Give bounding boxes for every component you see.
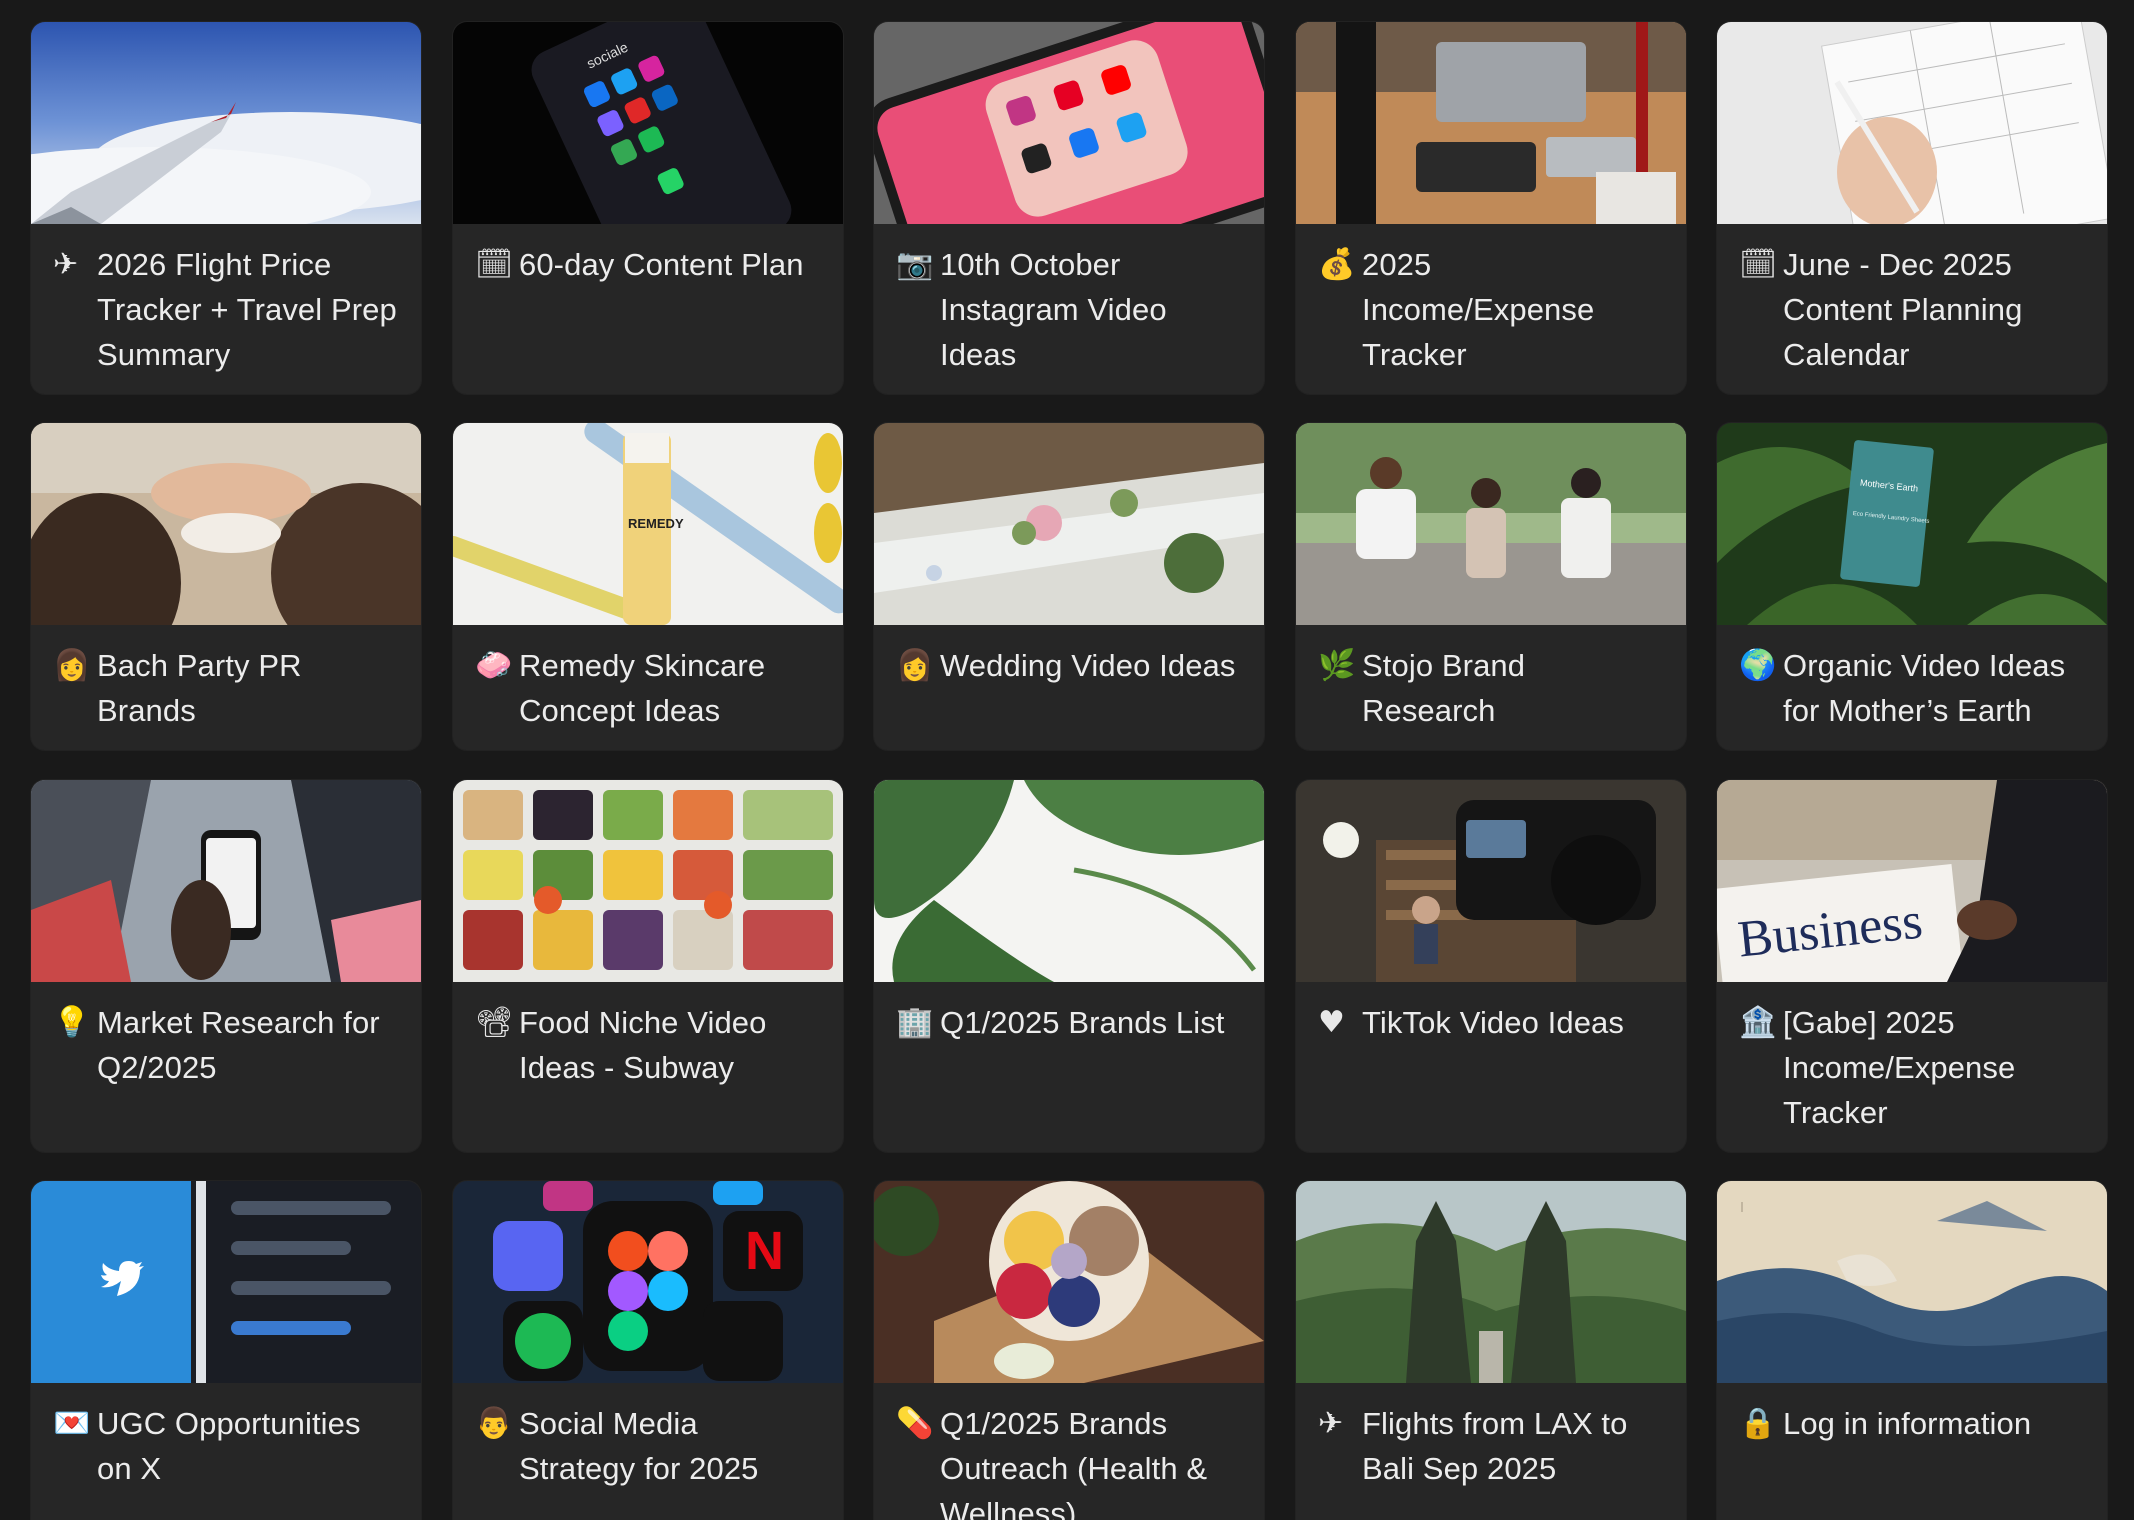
gallery-card[interactable]: 📷 10th October Instagram Video Ideas: [874, 22, 1264, 394]
card-cover-image: ｜: [1717, 1181, 2107, 1383]
bank-icon: 🏦: [1739, 1005, 1777, 1040]
gallery-card[interactable]: sociale 🗓 60-day Content Plan: [453, 22, 843, 394]
card-title: UGC Opportunities on X: [97, 1406, 361, 1486]
gallery-card[interactable]: 👩 Bach Party PR Brands: [31, 423, 421, 750]
pill-icon: 💊: [896, 1406, 934, 1441]
gallery-card[interactable]: 💡 Market Research for Q2/2025: [31, 780, 421, 1152]
card-title: Food Niche Video Ideas - Subway: [519, 1005, 767, 1085]
svg-text:N: N: [745, 1221, 784, 1281]
herb-icon: 🌿: [1318, 648, 1356, 683]
woman-icon: 👩: [53, 648, 91, 683]
gallery-card[interactable]: 💌 UGC Opportunities on X: [31, 1181, 421, 1520]
card-title: 60-day Content Plan: [519, 247, 804, 282]
card-title: 2026 Flight Price Tracker + Travel Prep …: [97, 247, 397, 372]
card-title: 10th October Instagram Video Ideas: [940, 247, 1167, 372]
woman-icon: 👩: [896, 648, 934, 683]
gallery-card[interactable]: 🏢 Q1/2025 Brands List: [874, 780, 1264, 1152]
calendar-icon: 🗓: [475, 247, 514, 282]
card-title: Q1/2025 Brands Outreach (Health & Wellne…: [940, 1406, 1208, 1520]
card-cover-image: [874, 1181, 1264, 1383]
calendar-icon: 🗓: [1739, 247, 1778, 282]
white-heart-icon: ♥: [1318, 1005, 1345, 1040]
camera-icon: 📷: [896, 247, 934, 282]
card-cover-image: sociale: [453, 22, 843, 224]
card-cover-image: [1296, 780, 1686, 982]
svg-text:｜: ｜: [1737, 1202, 1747, 1214]
gallery-grid: ✈ 2026 Flight Price Tracker + Travel Pre…: [0, 0, 2134, 1520]
gallery-card[interactable]: ✈ 2026 Flight Price Tracker + Travel Pre…: [31, 22, 421, 394]
gallery-card[interactable]: 💰 2025 Income/Expense Tracker: [1296, 22, 1686, 394]
office-building-icon: 🏢: [896, 1005, 934, 1040]
gallery-card[interactable]: Business 🏦 [Gabe] 2025 Income/Expense Tr…: [1717, 780, 2107, 1152]
card-cover-image: Mother's Earth Eco Friendly Laundry Shee…: [1717, 423, 2107, 625]
card-cover-image: [874, 423, 1264, 625]
card-title: Organic Video Ideas for Mother’s Earth: [1783, 648, 2066, 728]
gallery-card[interactable]: N 👨 Social Media Strategy for 2025: [453, 1181, 843, 1520]
card-cover-image: [874, 780, 1264, 982]
money-bag-icon: 💰: [1318, 247, 1356, 282]
card-title: TikTok Video Ideas: [1362, 1005, 1625, 1040]
card-title: Log in information: [1783, 1406, 2032, 1441]
card-title: June - Dec 2025 Content Planning Calenda…: [1783, 247, 2023, 372]
globe-icon: 🌍: [1739, 648, 1777, 683]
card-title: Q1/2025 Brands List: [940, 1005, 1225, 1040]
card-cover-image: [1296, 423, 1686, 625]
card-cover-image: REMEDY: [453, 423, 843, 625]
soap-icon: 🧼: [475, 648, 513, 683]
card-cover-image: N: [453, 1181, 843, 1383]
svg-text:REMEDY: REMEDY: [628, 516, 684, 531]
card-cover-image: [874, 22, 1264, 224]
card-cover-image: [1296, 1181, 1686, 1383]
gallery-card[interactable]: REMEDY 🧼 Remedy Skincare Concept Ideas: [453, 423, 843, 750]
gallery-card[interactable]: 💊 Q1/2025 Brands Outreach (Health & Well…: [874, 1181, 1264, 1520]
card-cover-image: [453, 780, 843, 982]
card-cover-image: Business: [1717, 780, 2107, 982]
gallery-card[interactable]: ｜ 🔒 Log in information: [1717, 1181, 2107, 1520]
card-cover-image: [31, 22, 421, 224]
card-cover-image: [31, 423, 421, 625]
card-title: Social Media Strategy for 2025: [519, 1406, 759, 1486]
card-cover-image: [31, 780, 421, 982]
card-title: Bach Party PR Brands: [97, 648, 302, 728]
gallery-card[interactable]: 👩 Wedding Video Ideas: [874, 423, 1264, 750]
card-title: Market Research for Q2/2025: [97, 1005, 380, 1085]
card-title: Flights from LAX to Bali Sep 2025: [1362, 1406, 1628, 1486]
airplane-icon: ✈: [1318, 1406, 1344, 1441]
film-projector-icon: 📽: [475, 1005, 514, 1040]
card-title: 2025 Income/Expense Tracker: [1362, 247, 1595, 372]
gallery-card[interactable]: 📽 Food Niche Video Ideas - Subway: [453, 780, 843, 1152]
light-bulb-icon: 💡: [53, 1005, 91, 1040]
technologist-icon: 👨: [475, 1406, 513, 1441]
love-letter-icon: 💌: [53, 1406, 91, 1441]
lock-icon: 🔒: [1739, 1406, 1777, 1441]
card-title: Wedding Video Ideas: [940, 648, 1236, 683]
card-title: [Gabe] 2025 Income/Expense Tracker: [1783, 1005, 2016, 1130]
card-cover-image: [1296, 22, 1686, 224]
gallery-card[interactable]: 🌿 Stojo Brand Research: [1296, 423, 1686, 750]
gallery-card[interactable]: 🗓 June - Dec 2025 Content Planning Calen…: [1717, 22, 2107, 394]
card-cover-image: [31, 1181, 421, 1383]
card-title: Stojo Brand Research: [1362, 648, 1526, 728]
airplane-icon: ✈: [53, 247, 79, 282]
card-cover-image: [1717, 22, 2107, 224]
gallery-card[interactable]: ♥ TikTok Video Ideas: [1296, 780, 1686, 1152]
gallery-card[interactable]: ✈ Flights from LAX to Bali Sep 2025: [1296, 1181, 1686, 1520]
card-title: Remedy Skincare Concept Ideas: [519, 648, 766, 728]
gallery-card[interactable]: Mother's Earth Eco Friendly Laundry Shee…: [1717, 423, 2107, 750]
